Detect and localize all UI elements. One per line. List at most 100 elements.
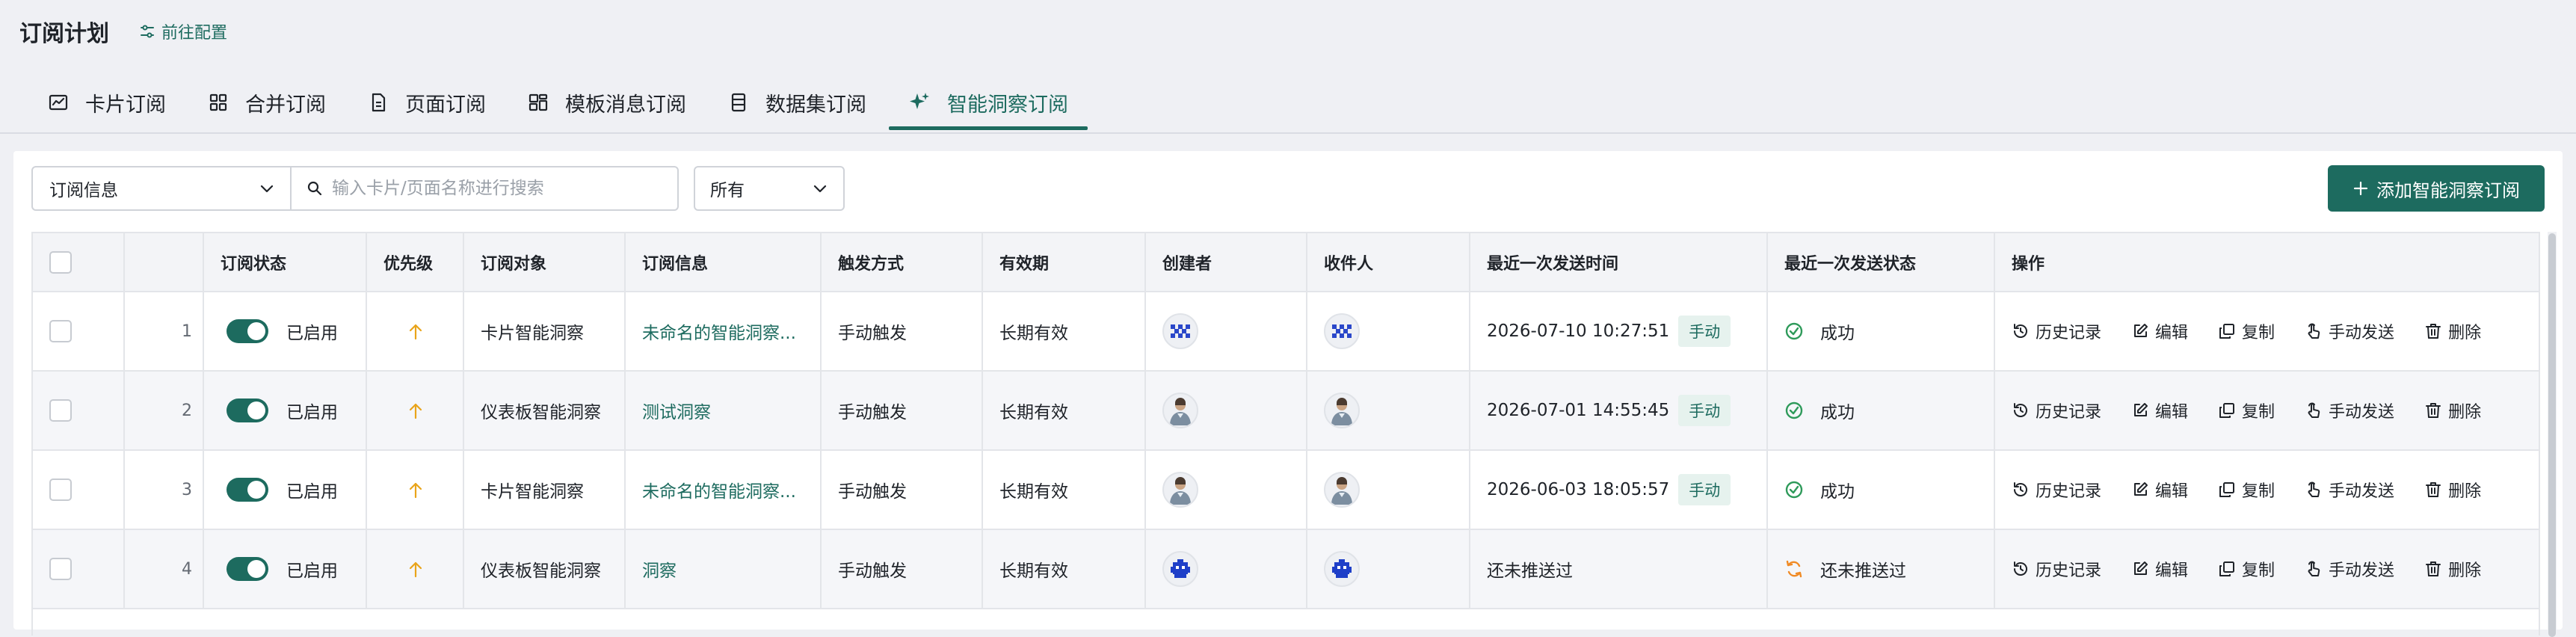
config-link[interactable]: 前往配置: [139, 19, 227, 43]
search-field-select[interactable]: 订阅信息: [31, 166, 293, 211]
status-toggle[interactable]: [227, 557, 268, 581]
subscription-table: 订阅状态 优先级 订阅对象 订阅信息 触发方式 有效期 创建者 收件人 最近一次…: [31, 232, 2540, 636]
action-history-button[interactable]: 历史记录: [2012, 398, 2101, 422]
hand-pointer-icon: [2305, 560, 2329, 578]
header-validity: 有效期: [982, 233, 1146, 292]
tab-card-subscription[interactable]: 卡片订阅: [27, 78, 187, 127]
header-object: 订阅对象: [463, 233, 626, 292]
add-smart-insight-button[interactable]: 添加智能洞察订阅: [2328, 165, 2545, 212]
action-edit-button[interactable]: 编辑: [2131, 398, 2188, 422]
search-input[interactable]: [332, 179, 661, 198]
action-edit-button[interactable]: 编辑: [2131, 557, 2188, 581]
row-checkbox[interactable]: [49, 399, 72, 422]
action-history-button[interactable]: 历史记录: [2012, 478, 2101, 502]
action-edit-button[interactable]: 编辑: [2131, 319, 2188, 343]
action-label: 编辑: [2155, 561, 2189, 580]
trash-icon: [2424, 401, 2448, 419]
subscription-info-link[interactable]: 洞察: [642, 561, 677, 581]
creator-avatar: [1162, 393, 1198, 428]
action-hand-pointer-button[interactable]: 手动发送: [2305, 398, 2394, 422]
select-value: 所有: [710, 181, 745, 200]
status-wrap: 已启用: [221, 477, 365, 502]
row-action-group: 历史记录 编辑 复制 手动发送 删除: [2012, 478, 2539, 502]
action-copy-button[interactable]: 复制: [2218, 478, 2275, 502]
add-button-label: 添加智能洞察订阅: [2376, 179, 2520, 201]
header-select-all: [33, 233, 125, 292]
action-history-button[interactable]: 历史记录: [2012, 557, 2101, 581]
row-info: 未命名的智能洞察...: [625, 450, 822, 530]
row-creator: [1145, 529, 1307, 609]
refresh-icon: [1784, 559, 1820, 579]
header-creator: 创建者: [1145, 233, 1307, 292]
status-filter-select[interactable]: 所有: [694, 166, 845, 211]
action-hand-pointer-button[interactable]: 手动发送: [2305, 557, 2394, 581]
select-all-checkbox[interactable]: [49, 250, 72, 274]
tab-label: 卡片订阅: [85, 93, 166, 117]
tab-label: 数据集订阅: [765, 93, 866, 117]
row-last-status: 成功: [1767, 371, 1995, 451]
check-circle-icon: [1784, 401, 1820, 420]
select-value: 订阅信息: [49, 181, 118, 200]
subscription-info-link[interactable]: 测试洞察: [642, 403, 711, 422]
copy-icon: [2218, 481, 2242, 499]
subscription-info-link[interactable]: 未命名的智能洞察...: [642, 482, 796, 502]
tab-dataset-subscription[interactable]: 数据集订阅: [707, 78, 887, 127]
header-priority: 优先级: [366, 233, 464, 292]
copy-icon: [2218, 322, 2242, 340]
action-trash-button[interactable]: 删除: [2424, 557, 2481, 581]
edit-icon: [2131, 560, 2155, 578]
row-last-status: 成功: [1767, 292, 1995, 372]
action-copy-button[interactable]: 复制: [2218, 557, 2275, 581]
row-checkbox-cell: [33, 292, 125, 372]
subscription-tabs: 卡片订阅 合并订阅 页面订阅 模板消息订阅 数据集订阅 智能洞察订阅: [27, 78, 1089, 133]
search-box[interactable]: [290, 166, 679, 211]
action-copy-button[interactable]: 复制: [2218, 398, 2275, 422]
action-hand-pointer-button[interactable]: 手动发送: [2305, 478, 2394, 502]
row-actions: 历史记录 编辑 复制 手动发送 删除: [1994, 529, 2539, 609]
tab-merged-subscription[interactable]: 合并订阅: [187, 78, 347, 127]
action-label: 手动发送: [2329, 324, 2395, 342]
last-time-wrap: 2026-06-03 18:05:57 手动: [1487, 474, 1766, 505]
row-actions: 历史记录 编辑 复制 手动发送 删除: [1994, 292, 2539, 372]
receiver-avatar: [1324, 551, 1360, 587]
status-toggle[interactable]: [227, 398, 268, 422]
action-edit-button[interactable]: 编辑: [2131, 478, 2188, 502]
subscription-info-link[interactable]: 未命名的智能洞察...: [642, 324, 796, 343]
grid-icon: [208, 92, 245, 113]
row-checkbox[interactable]: [49, 320, 72, 342]
action-history-button[interactable]: 历史记录: [2012, 319, 2101, 343]
action-hand-pointer-button[interactable]: 手动发送: [2305, 319, 2394, 343]
action-trash-button[interactable]: 删除: [2424, 319, 2481, 343]
row-priority: [366, 292, 464, 372]
row-checkbox[interactable]: [49, 478, 72, 501]
row-status: 已启用: [203, 371, 367, 451]
tab-template-subscription[interactable]: 模板消息订阅: [507, 78, 707, 127]
header-last-status: 最近一次发送状态: [1767, 233, 1995, 292]
template-icon: [528, 92, 565, 113]
row-actions: 历史记录 编辑 复制 手动发送 删除: [1994, 371, 2539, 451]
header-index: [124, 233, 204, 292]
action-label: 历史记录: [2036, 324, 2102, 342]
action-copy-button[interactable]: 复制: [2218, 319, 2275, 343]
action-label: 删除: [2448, 561, 2482, 580]
tab-page-subscription[interactable]: 页面订阅: [347, 78, 507, 127]
action-trash-button[interactable]: 删除: [2424, 478, 2481, 502]
status-toggle[interactable]: [227, 319, 268, 343]
status-toggle[interactable]: [227, 478, 268, 502]
arrow-up-icon: [383, 558, 424, 580]
header-trigger: 触发方式: [821, 233, 983, 292]
row-action-group: 历史记录 编辑 复制 手动发送 删除: [2012, 398, 2539, 422]
action-trash-button[interactable]: 删除: [2424, 398, 2481, 422]
row-index: 2: [124, 371, 204, 451]
action-label: 手动发送: [2329, 482, 2395, 501]
scrollbar-thumb[interactable]: [2548, 233, 2556, 637]
row-receiver: [1307, 450, 1470, 530]
row-validity: 长期有效: [982, 371, 1146, 451]
row-checkbox[interactable]: [49, 558, 72, 580]
hand-pointer-icon: [2305, 481, 2329, 499]
tab-smart-insight-subscription[interactable]: 智能洞察订阅: [887, 78, 1089, 130]
row-last-status: 还未推送过: [1767, 529, 1995, 609]
edit-icon: [2131, 481, 2155, 499]
action-label: 复制: [2242, 403, 2275, 422]
manual-badge: 手动: [1678, 316, 1731, 347]
